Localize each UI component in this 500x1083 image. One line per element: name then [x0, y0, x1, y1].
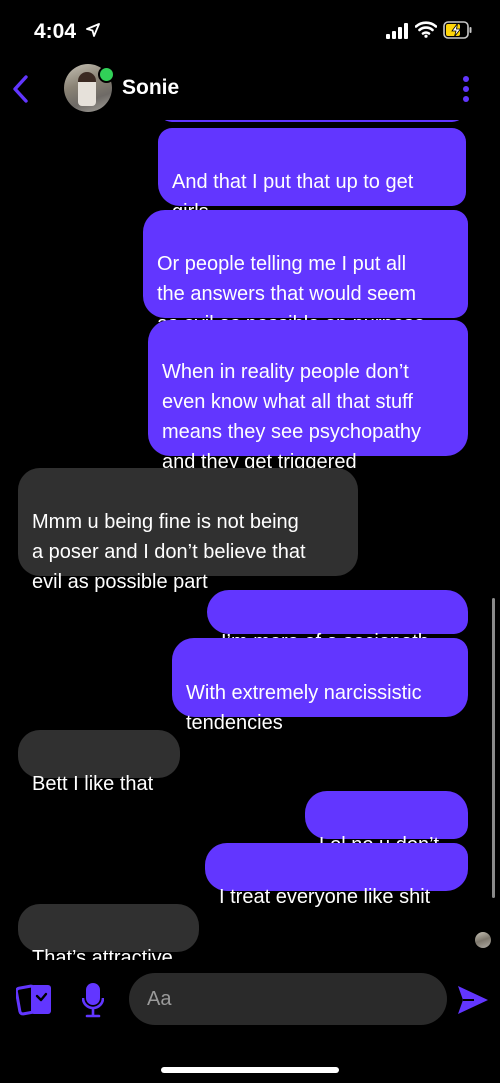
message-bubble-sent[interactable]: I treat everyone like shit	[205, 843, 468, 908]
message-bubble-sent[interactable]: And that I put that up to get girls	[158, 128, 466, 223]
contact-name[interactable]: Sonie	[122, 76, 179, 100]
conversation-header: Sonie	[0, 60, 500, 120]
battery-charging-icon	[443, 21, 472, 39]
seen-receipt-avatar	[475, 932, 491, 948]
message-bubble-received[interactable]: Bett I like that	[18, 730, 180, 795]
back-chevron-icon[interactable]	[8, 72, 34, 106]
location-arrow-icon	[86, 23, 100, 37]
message-bubble-sent[interactable]: Or people telling me I put all the answe…	[143, 210, 468, 335]
cellular-signal-icon	[386, 23, 408, 39]
message-composer	[0, 960, 500, 1083]
home-indicator	[161, 1067, 339, 1073]
previous-message-bubble	[158, 120, 466, 122]
scrollbar[interactable]	[492, 598, 495, 898]
message-bubble-sent[interactable]: I’m more of a sociopath	[207, 590, 468, 653]
message-bubble-received[interactable]: Mmm u being fine is not being a poser an…	[18, 468, 358, 593]
message-bubble-sent[interactable]: With extremely narcissistic tendencies	[172, 638, 468, 734]
message-bubble-sent[interactable]: Lol no u don’t	[305, 791, 468, 856]
message-text: I treat everyone like shit	[219, 886, 431, 908]
status-bar: 4:04	[0, 0, 500, 60]
wifi-icon	[415, 21, 437, 38]
message-text: That’s attractive	[32, 947, 173, 960]
microphone-icon[interactable]	[82, 982, 104, 1018]
send-icon[interactable]	[456, 984, 490, 1016]
message-text: With extremely narcissistic tendencies	[186, 682, 422, 734]
more-options-icon[interactable]	[458, 74, 474, 104]
message-thread[interactable]: And that I put that up to get girls Or p…	[0, 120, 500, 960]
message-text: Mmm u being fine is not being a poser an…	[32, 511, 306, 593]
message-bubble-received[interactable]: That’s attractive	[18, 904, 199, 960]
cards-icon[interactable]	[16, 982, 54, 1018]
message-text: Bett I like that	[32, 773, 154, 795]
avatar-photo	[78, 72, 96, 106]
online-status-dot	[98, 66, 115, 83]
status-time: 4:04	[34, 20, 77, 43]
message-text: When in reality people don’t even know w…	[162, 361, 422, 473]
message-bubble-sent[interactable]: When in reality people don’t even know w…	[148, 320, 468, 473]
message-input[interactable]	[129, 973, 447, 1025]
